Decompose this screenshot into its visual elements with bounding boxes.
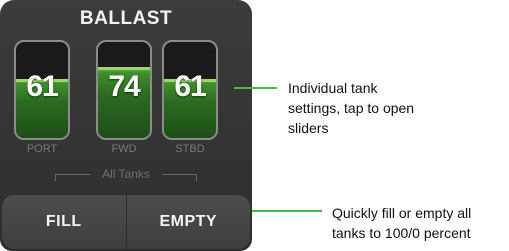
fill-button[interactable]: FILL [2, 195, 126, 249]
buttons-callout-text: Quickly fill or empty all tanks to 100/0… [332, 203, 508, 243]
fill-empty-button-group: FILL EMPTY [2, 195, 250, 249]
tank-stbd-label: STBD [175, 143, 205, 155]
tank-port-value: 61 [26, 70, 58, 103]
tank-stbd-value: 61 [174, 70, 206, 103]
tanks-callout-line-2: settings, tap to open [288, 100, 415, 116]
empty-button[interactable]: EMPTY [127, 195, 251, 249]
panel-title: BALLAST [79, 8, 173, 29]
buttons-callout-line-2: tanks to 100/0 percent [332, 225, 471, 241]
buttons-callout-line-1: Quickly fill or empty all [332, 205, 472, 221]
tank-fwd-value: 74 [108, 70, 140, 103]
tanks-callout-line-3: sliders [288, 120, 329, 136]
all-tanks-label: All Tanks [102, 167, 150, 181]
tank-port[interactable]: 61 [14, 40, 70, 140]
ballast-annotated-screenshot: BALLAST 61 PORT 74 FWD 61 STBD All Tanks… [0, 0, 509, 251]
tanks-callout-line [234, 87, 277, 89]
tank-port-label: PORT [26, 143, 58, 155]
all-tanks-bracket-left [55, 174, 90, 181]
tanks-callout-line-1: Individual tank [288, 80, 378, 96]
ballast-panel: BALLAST 61 PORT 74 FWD 61 STBD All Tanks… [0, 0, 252, 251]
tanks-callout-text: Individual tank settings, tap to open sl… [288, 78, 498, 138]
tank-fwd-label: FWD [111, 143, 137, 155]
tank-fwd[interactable]: 74 [96, 40, 152, 140]
buttons-callout-line [252, 210, 322, 212]
tank-stbd[interactable]: 61 [162, 40, 218, 140]
all-tanks-bracket-right [162, 174, 197, 181]
